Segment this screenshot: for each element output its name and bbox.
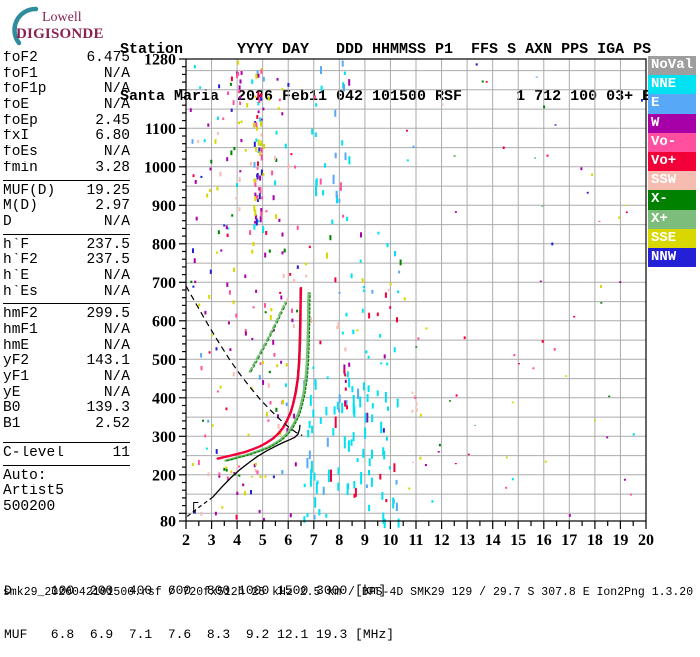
legend-item-sse: SSE	[648, 228, 696, 248]
y-axis-tick-label: 300	[152, 429, 176, 446]
y-axis-tick-label: 700	[152, 275, 176, 292]
y-axis-tick-label: 1280	[144, 52, 176, 69]
status-bar: smk29_2026042101500.rsf / 720fx512h 25 k…	[3, 586, 694, 599]
x-axis-tick-label: 10	[382, 532, 398, 549]
y-axis-tick-label: 600	[152, 313, 176, 330]
x-axis-tick-label: 11	[408, 532, 423, 549]
y-axis-tick-label: 400	[152, 390, 176, 407]
y-axis-tick-label: 900	[152, 198, 176, 215]
y-axis-tick-label: 1100	[145, 121, 176, 138]
legend-item-e: E	[648, 94, 696, 114]
legend-item-ssw: SSW	[648, 171, 696, 191]
x-axis-tick-label: 13	[459, 532, 475, 549]
legend-item-x: X-	[648, 190, 696, 210]
legend-item-nnw: NNW	[648, 247, 696, 268]
legend-item-x: X+	[648, 209, 696, 229]
x-axis-tick-label: 5	[259, 532, 267, 549]
x-axis-tick-label: 18	[587, 532, 603, 549]
legend-item-vo: Vo+	[648, 151, 696, 172]
x-axis-tick-label: 15	[510, 532, 526, 549]
legend-item-w: W	[648, 113, 696, 133]
ionogram-plot: 1280 1100 1000 900 800 700 600 500 400 300 200 80 2 3…	[144, 52, 654, 550]
legend-item-vo: Vo-	[648, 132, 696, 152]
x-axis-tick-label: 19	[612, 532, 628, 549]
x-axis-tick-label: 8	[335, 532, 343, 549]
x-axis-tick-label: 20	[638, 532, 654, 549]
x-axis-tick-label: 3	[208, 532, 216, 549]
y-axis-tick-label: 800	[152, 236, 176, 253]
y-axis-tick-label: 1000	[144, 159, 176, 176]
x-axis-tick-label: 16	[536, 532, 552, 549]
x-axis-tick-label: 9	[361, 532, 369, 549]
echo-traces	[216, 286, 311, 462]
x-axis-tick-label: 12	[434, 532, 450, 549]
x-axis-tick-label: 4	[233, 532, 241, 549]
legend-item-nne: NNE	[648, 75, 696, 95]
echo-color-legend: NoVal NNE E W Vo- Vo+ SSW X- X+ SSE NNW	[648, 56, 696, 268]
y-axis-tick-label: 500	[152, 352, 176, 369]
x-axis-tick-label: 2	[182, 532, 190, 549]
x-axis-tick-label: 14	[485, 532, 501, 549]
x-axis-tick-label: 6	[284, 532, 292, 549]
x-axis-tick-label: 7	[310, 532, 318, 549]
muf-row: MUF 6.8 6.9 7.1 7.6 8.3 9.2 12.1 19.3 [M…	[4, 626, 395, 642]
d-muf-table: D 100 200 400 600 800 1000 1500 3000 [km…	[4, 555, 394, 657]
profile-topside-extrapolation	[185, 285, 303, 437]
legend-item-noval: NoVal	[648, 56, 696, 76]
x-axis-tick-label: 17	[561, 532, 577, 549]
y-axis-tick-label: 200	[152, 467, 176, 484]
y-axis-tick-label: 80	[160, 514, 176, 531]
